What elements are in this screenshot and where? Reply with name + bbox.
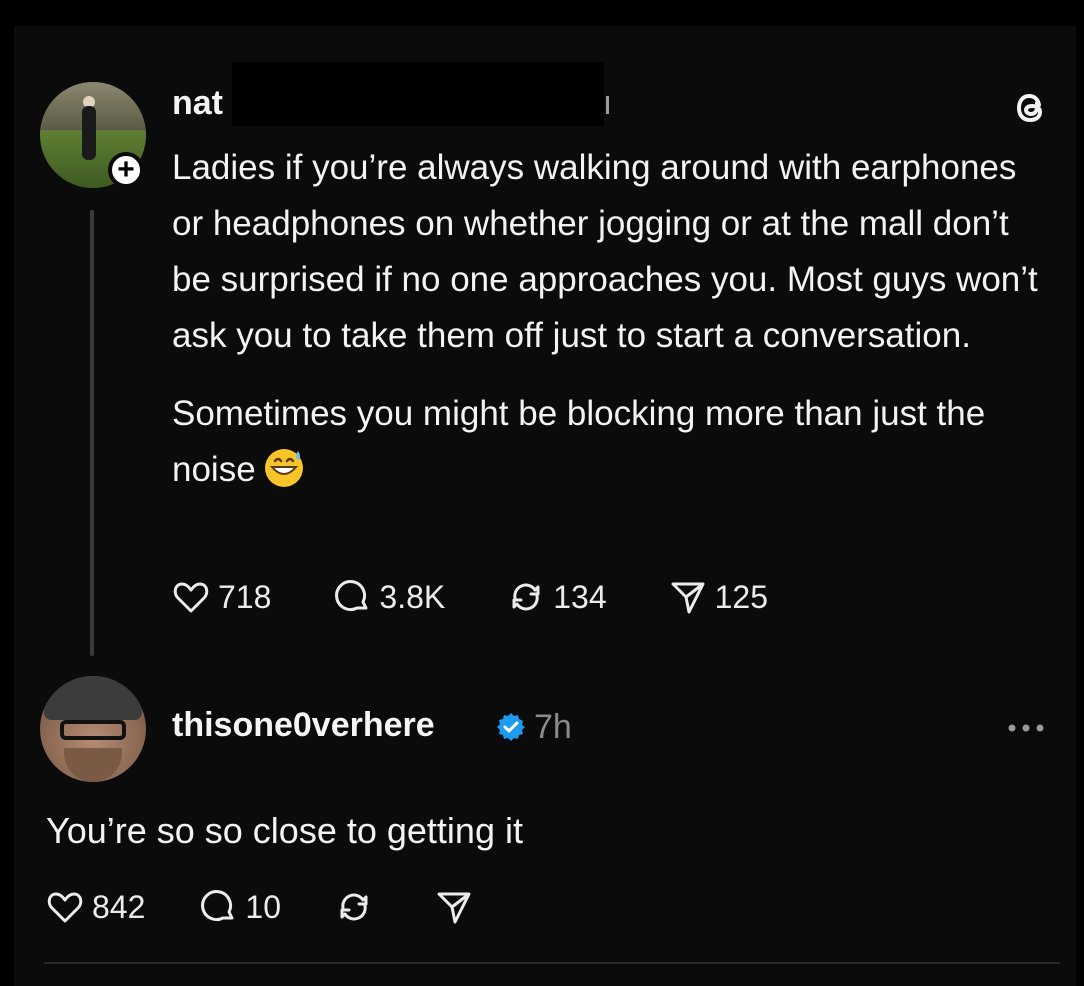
reply-body: You’re so so close to getting it (46, 810, 523, 851)
heart-icon (47, 892, 83, 923)
post-paragraph-1: Ladies if you’re always walking around w… (172, 148, 1038, 355)
comment-icon (335, 580, 368, 612)
repost-icon (512, 583, 540, 611)
post-paragraph-2: Sometimes you might be blocking more tha… (172, 386, 1052, 498)
avatar-beard (64, 748, 122, 782)
reply-timestamp: 7h (534, 708, 572, 746)
reply-author-avatar[interactable] (40, 676, 146, 782)
repost-icon (340, 893, 368, 921)
post-action-bar: 718 3.8K 134 125 (172, 578, 830, 616)
like-count: 718 (218, 578, 272, 615)
reply-share-button[interactable] (435, 888, 481, 926)
comment-icon (201, 890, 234, 922)
reply-like-count: 842 (92, 888, 146, 925)
reply-action-bar: 842 10 (46, 888, 535, 926)
repost-button[interactable]: 134 (507, 578, 607, 616)
reply-comment-count: 10 (245, 888, 281, 925)
avatar-person-body (82, 106, 96, 160)
send-icon (671, 582, 705, 614)
heart-icon (173, 582, 209, 613)
redaction-edge (606, 96, 609, 114)
divider (44, 962, 1060, 964)
more-icon[interactable] (1006, 716, 1046, 740)
verified-badge-icon (497, 713, 525, 741)
grinning-face-with-sweat-icon (264, 449, 303, 487)
send-icon (437, 892, 471, 924)
reply-count: 3.8K (379, 578, 446, 615)
avatar-glasses (60, 720, 126, 740)
share-button[interactable]: 125 (669, 578, 768, 616)
reply-like-button[interactable]: 842 (46, 888, 145, 926)
redaction-bar (232, 62, 604, 126)
reply-button[interactable]: 3.8K (333, 578, 445, 616)
follow-plus-button[interactable]: + (108, 152, 144, 188)
reply-username[interactable]: thisone0verhere (172, 706, 435, 745)
thread-connector-line (90, 210, 94, 656)
reply-repost-button[interactable] (335, 888, 381, 926)
share-count: 125 (714, 578, 768, 615)
repost-count: 134 (553, 578, 607, 615)
post-username[interactable]: nat (172, 84, 223, 123)
like-button[interactable]: 718 (172, 578, 271, 616)
reply-comment-button[interactable]: 10 (199, 888, 281, 926)
threads-logo-icon[interactable] (1006, 84, 1054, 132)
post-body: Ladies if you’re always walking around w… (172, 140, 1052, 498)
avatar-cap (44, 676, 142, 720)
